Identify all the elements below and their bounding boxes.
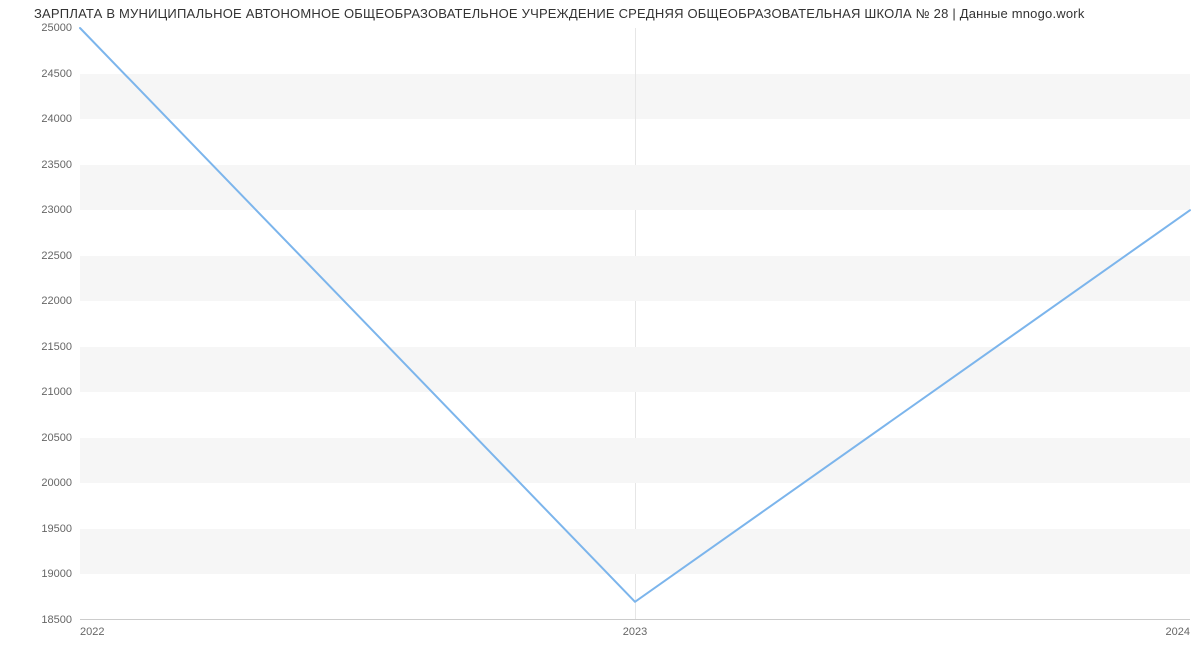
y-tick-label: 23000: [41, 204, 80, 216]
y-tick-label: 23500: [41, 159, 80, 171]
y-tick-label: 19500: [41, 523, 80, 535]
y-tick-label: 18500: [41, 614, 80, 626]
plot-area: 1850019000195002000020500210002150022000…: [80, 28, 1190, 620]
x-tick-label: 2022: [80, 620, 104, 638]
y-tick-label: 24500: [41, 68, 80, 80]
y-tick-label: 20500: [41, 432, 80, 444]
y-tick-label: 24000: [41, 113, 80, 125]
salary-series-line: [80, 28, 1190, 602]
y-tick-label: 25000: [41, 22, 80, 34]
y-tick-label: 22000: [41, 295, 80, 307]
y-tick-label: 21000: [41, 386, 80, 398]
x-tick-label: 2023: [623, 620, 647, 638]
y-tick-label: 20000: [41, 477, 80, 489]
y-tick-label: 21500: [41, 341, 80, 353]
chart-container: ЗАРПЛАТА В МУНИЦИПАЛЬНОЕ АВТОНОМНОЕ ОБЩЕ…: [0, 0, 1200, 650]
y-tick-label: 19000: [41, 568, 80, 580]
y-tick-label: 22500: [41, 250, 80, 262]
line-layer: [80, 28, 1190, 620]
x-tick-label: 2024: [1166, 620, 1190, 638]
chart-title: ЗАРПЛАТА В МУНИЦИПАЛЬНОЕ АВТОНОМНОЕ ОБЩЕ…: [34, 6, 1085, 21]
